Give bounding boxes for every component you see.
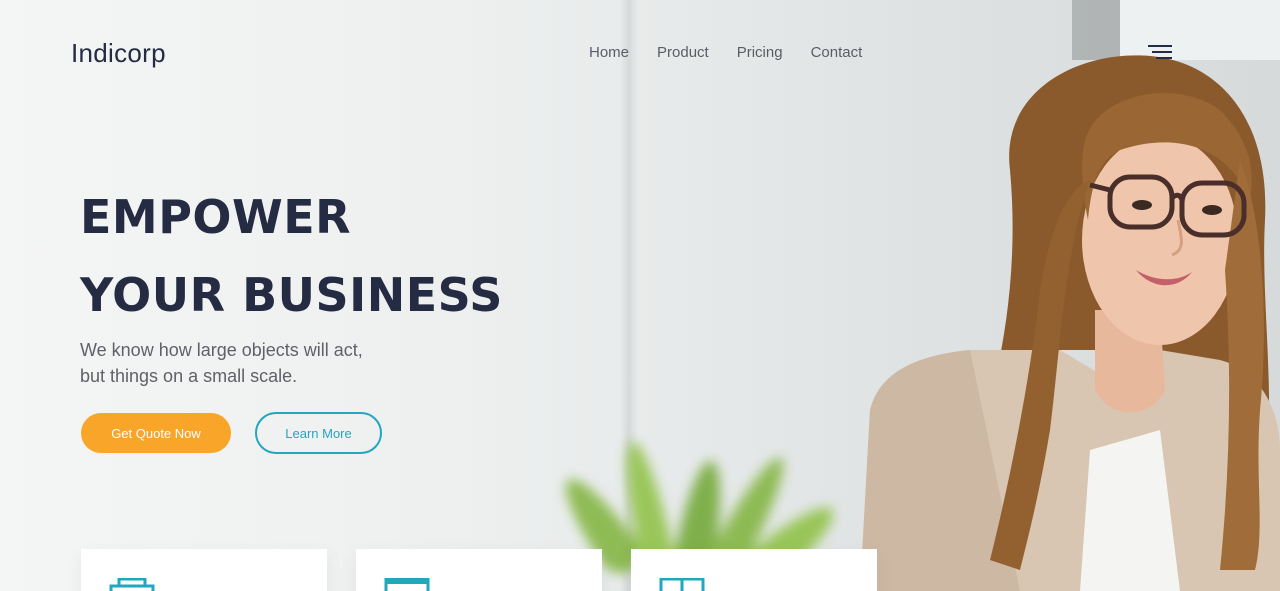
monitor-icon — [384, 578, 430, 591]
feature-card[interactable] — [356, 549, 602, 591]
hero-subtext-line-1: We know how large objects will act, — [80, 340, 363, 360]
brand-logo[interactable]: Indicorp — [71, 38, 166, 69]
layout-grid-icon — [659, 578, 705, 591]
nav-link-home[interactable]: Home — [589, 44, 629, 61]
nav-link-contact[interactable]: Contact — [811, 44, 863, 61]
feature-card[interactable] — [631, 549, 877, 591]
printer-icon — [109, 578, 155, 591]
get-quote-button[interactable]: Get Quote Now — [81, 413, 231, 453]
hero-headline: EMPOWER YOUR BUSINESS — [80, 178, 503, 334]
nav-link-pricing[interactable]: Pricing — [737, 44, 783, 61]
hero-headline-line-1: EMPOWER — [80, 190, 352, 244]
hero-subtext-line-2: but things on a small scale. — [80, 366, 298, 386]
hero-section: Indicorp Home Product Pricing Contact EM… — [0, 0, 1280, 591]
hero-woman-image — [860, 55, 1280, 591]
nav-link-product[interactable]: Product — [657, 44, 709, 61]
hero-subtext: We know how large objects will act, but … — [80, 337, 363, 389]
main-nav: Home Product Pricing Contact — [589, 44, 862, 61]
hero-headline-line-2: YOUR BUSINESS — [80, 268, 503, 322]
learn-more-button[interactable]: Learn More — [255, 412, 382, 454]
feature-card[interactable] — [81, 549, 327, 591]
hamburger-menu-icon[interactable] — [1148, 44, 1172, 62]
